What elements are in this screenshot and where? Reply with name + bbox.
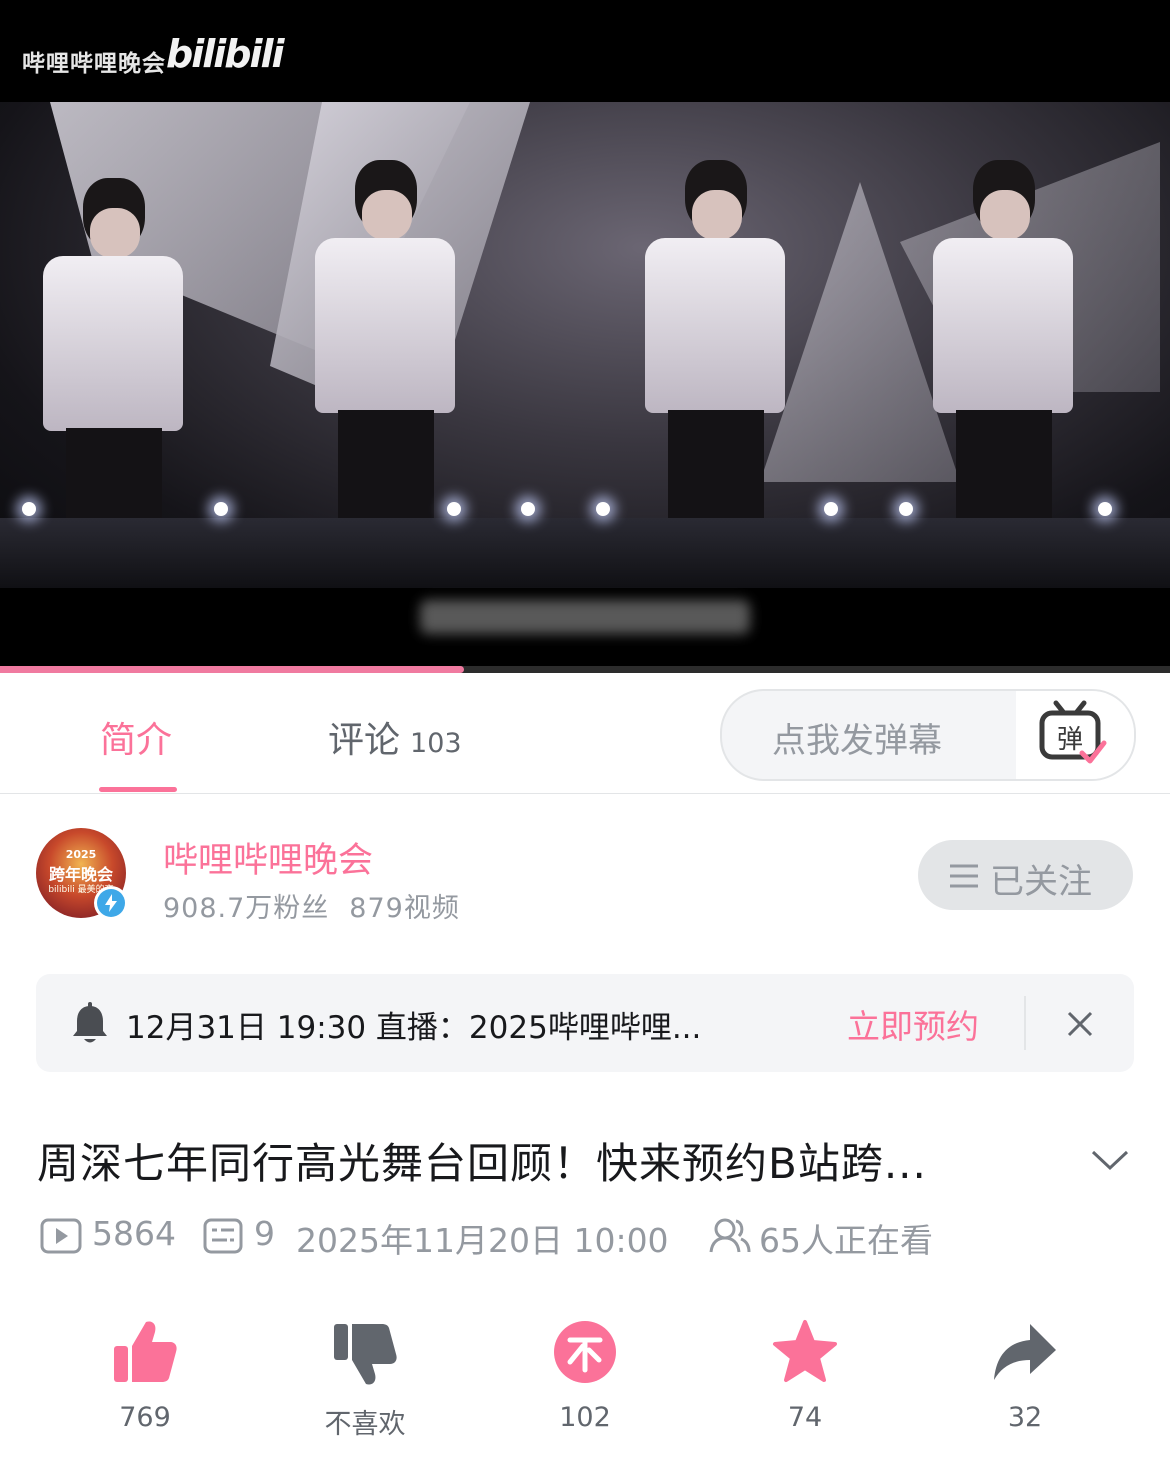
watching-count: 65人正在看 [759, 1221, 933, 1260]
star-icon [773, 1320, 837, 1382]
video-frame [0, 102, 1170, 588]
reservation-text: 12月31日 19:30 直播：2025哔哩哔哩... [126, 1010, 702, 1046]
danmaku-toggle-button[interactable]: 弹 [1016, 691, 1134, 779]
video-player[interactable]: 哔哩哔哩晚会 bilibili [0, 0, 1170, 673]
menu-icon [950, 864, 978, 888]
favorite-button[interactable]: 74 [740, 1318, 870, 1448]
blurred-subtitle [420, 600, 750, 634]
view-count: 5864 [92, 1214, 176, 1253]
share-count: 32 [1007, 1402, 1043, 1433]
publish-date: 2025年11月20日 10:00 [296, 1221, 669, 1260]
lightning-icon [105, 894, 117, 912]
uploader-name[interactable]: 哔哩哔哩晚会 [163, 832, 373, 883]
stage-lights [0, 502, 1170, 542]
comments-count: 103 [410, 728, 462, 759]
thumbs-down-icon [334, 1324, 397, 1385]
dislike-button[interactable]: 不喜欢 [300, 1318, 430, 1448]
dislike-label: 不喜欢 [324, 1409, 406, 1440]
video-progress-fill [0, 666, 465, 673]
video-count: 879视频 [349, 893, 460, 924]
tab-bar: 简介 评论 103 点我发弹幕 弹 [0, 673, 1170, 794]
fans-count: 908.7万粉丝 [163, 893, 330, 924]
video-title[interactable]: 周深七年同行高光舞台回顾！快来预约B站跨... [37, 1130, 927, 1191]
thumbs-up-icon [114, 1321, 177, 1382]
danmaku-input[interactable]: 点我发弹幕 弹 [720, 689, 1136, 781]
active-tab-indicator [99, 787, 177, 792]
share-button[interactable]: 32 [960, 1318, 1090, 1448]
play-count-icon [40, 1218, 82, 1254]
followed-button[interactable]: 已关注 [918, 840, 1133, 910]
close-icon[interactable] [1066, 1010, 1094, 1038]
bell-icon [73, 1002, 107, 1043]
like-count: 769 [119, 1402, 171, 1433]
chevron-down-icon[interactable] [1090, 1148, 1130, 1172]
danmaku-placeholder: 点我发弹幕 [772, 721, 942, 761]
coin-button[interactable]: 102 [520, 1318, 650, 1448]
viewers-icon [709, 1218, 751, 1253]
coin-count: 102 [559, 1402, 611, 1433]
followed-label: 已关注 [990, 862, 1092, 902]
danmaku-icon: 弹 [1039, 700, 1107, 764]
tab-comments[interactable]: 评论 103 [328, 711, 462, 763]
tab-comments-label: 评论 [328, 720, 401, 761]
reserve-now-button[interactable]: 立即预约 [847, 1000, 979, 1048]
channel-watermark: 哔哩哔哩晚会 [22, 51, 166, 77]
video-top-bar: 哔哩哔哩晚会 bilibili [0, 0, 1170, 102]
uploader-stats: 908.7万粉丝 879视频 [163, 886, 460, 925]
svg-text:弹: 弹 [1057, 725, 1083, 755]
favorite-count: 74 [787, 1402, 823, 1433]
tab-intro[interactable]: 简介 [100, 711, 172, 763]
danmaku-count: 9 [254, 1214, 275, 1253]
like-button[interactable]: 769 [80, 1318, 210, 1448]
share-arrow-icon [994, 1324, 1056, 1380]
danmaku-count-icon [203, 1218, 243, 1254]
bilibili-logo: bilibili [166, 32, 285, 76]
verified-badge [94, 886, 128, 920]
video-progress-bar[interactable] [0, 666, 1170, 673]
coin-icon [554, 1321, 616, 1383]
live-reservation-banner[interactable]: 12月31日 19:30 直播：2025哔哩哔哩... 立即预约 [36, 974, 1134, 1072]
avatar-year: 2025 [65, 848, 97, 861]
divider [1024, 996, 1026, 1050]
